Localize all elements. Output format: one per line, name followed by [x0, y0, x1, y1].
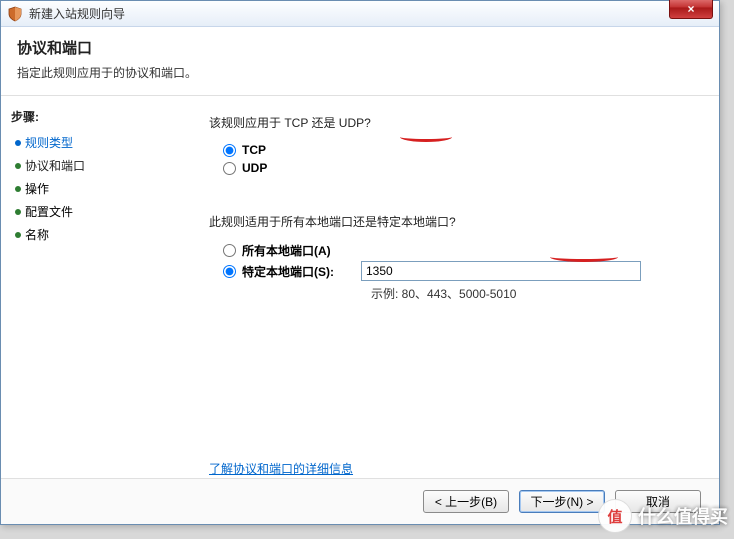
- steps-sidebar: 步骤: 规则类型协议和端口操作配置文件名称: [1, 96, 181, 485]
- port-example: 示例: 80、443、5000-5010: [209, 285, 695, 302]
- port-all-radio[interactable]: [223, 244, 236, 257]
- window-title: 新建入站规则向导: [29, 5, 125, 22]
- port-all-label[interactable]: 所有本地端口(A): [242, 242, 331, 259]
- learn-more-link[interactable]: 了解协议和端口的详细信息: [209, 460, 353, 477]
- protocol-tcp-row[interactable]: TCP: [209, 141, 695, 159]
- step-item[interactable]: 协议和端口: [11, 154, 171, 177]
- port-input[interactable]: [361, 261, 641, 281]
- protocol-udp-radio[interactable]: [223, 162, 236, 175]
- port-question: 此规则适用于所有本地端口还是特定本地端口?: [209, 213, 695, 230]
- step-item[interactable]: 操作: [11, 177, 171, 200]
- cancel-button[interactable]: 取消: [615, 490, 701, 513]
- close-button[interactable]: ×: [669, 0, 713, 19]
- protocol-question: 该规则应用于 TCP 还是 UDP?: [209, 114, 695, 131]
- step-label: 名称: [25, 226, 49, 243]
- page-header: 协议和端口 指定此规则应用于的协议和端口。: [1, 27, 719, 96]
- back-button[interactable]: < 上一步(B): [423, 490, 509, 513]
- step-label: 规则类型: [25, 134, 73, 151]
- port-specific-row[interactable]: 特定本地端口(S):: [209, 261, 695, 281]
- protocol-tcp-label[interactable]: TCP: [242, 143, 266, 157]
- step-label: 协议和端口: [25, 157, 85, 174]
- protocol-udp-row[interactable]: UDP: [209, 159, 695, 177]
- port-specific-radio[interactable]: [223, 265, 236, 278]
- protocol-tcp-radio[interactable]: [223, 144, 236, 157]
- port-all-row[interactable]: 所有本地端口(A): [209, 240, 695, 261]
- title-bar: 新建入站规则向导 ×: [1, 1, 719, 27]
- step-item[interactable]: 规则类型: [11, 131, 171, 154]
- wizard-window: 新建入站规则向导 × 协议和端口 指定此规则应用于的协议和端口。 步骤: 规则类…: [0, 0, 720, 525]
- step-label: 配置文件: [25, 203, 73, 220]
- bullet-icon: [15, 209, 21, 215]
- step-item[interactable]: 配置文件: [11, 200, 171, 223]
- bullet-icon: [15, 232, 21, 238]
- next-button[interactable]: 下一步(N) >: [519, 490, 605, 513]
- protocol-udp-label[interactable]: UDP: [242, 161, 267, 175]
- port-specific-label[interactable]: 特定本地端口(S):: [242, 263, 334, 280]
- page-title: 协议和端口: [17, 37, 703, 58]
- footer-bar: < 上一步(B) 下一步(N) > 取消: [1, 478, 719, 524]
- close-icon: ×: [687, 2, 694, 16]
- content-pane: 该规则应用于 TCP 还是 UDP? TCP UDP 此规则适用于所有本地端口还…: [181, 96, 719, 485]
- shield-icon: [7, 6, 23, 22]
- step-label: 操作: [25, 180, 49, 197]
- bullet-icon: [15, 140, 21, 146]
- page-subtitle: 指定此规则应用于的协议和端口。: [17, 64, 703, 81]
- step-item[interactable]: 名称: [11, 223, 171, 246]
- steps-heading: 步骤:: [11, 108, 171, 125]
- bullet-icon: [15, 186, 21, 192]
- bullet-icon: [15, 163, 21, 169]
